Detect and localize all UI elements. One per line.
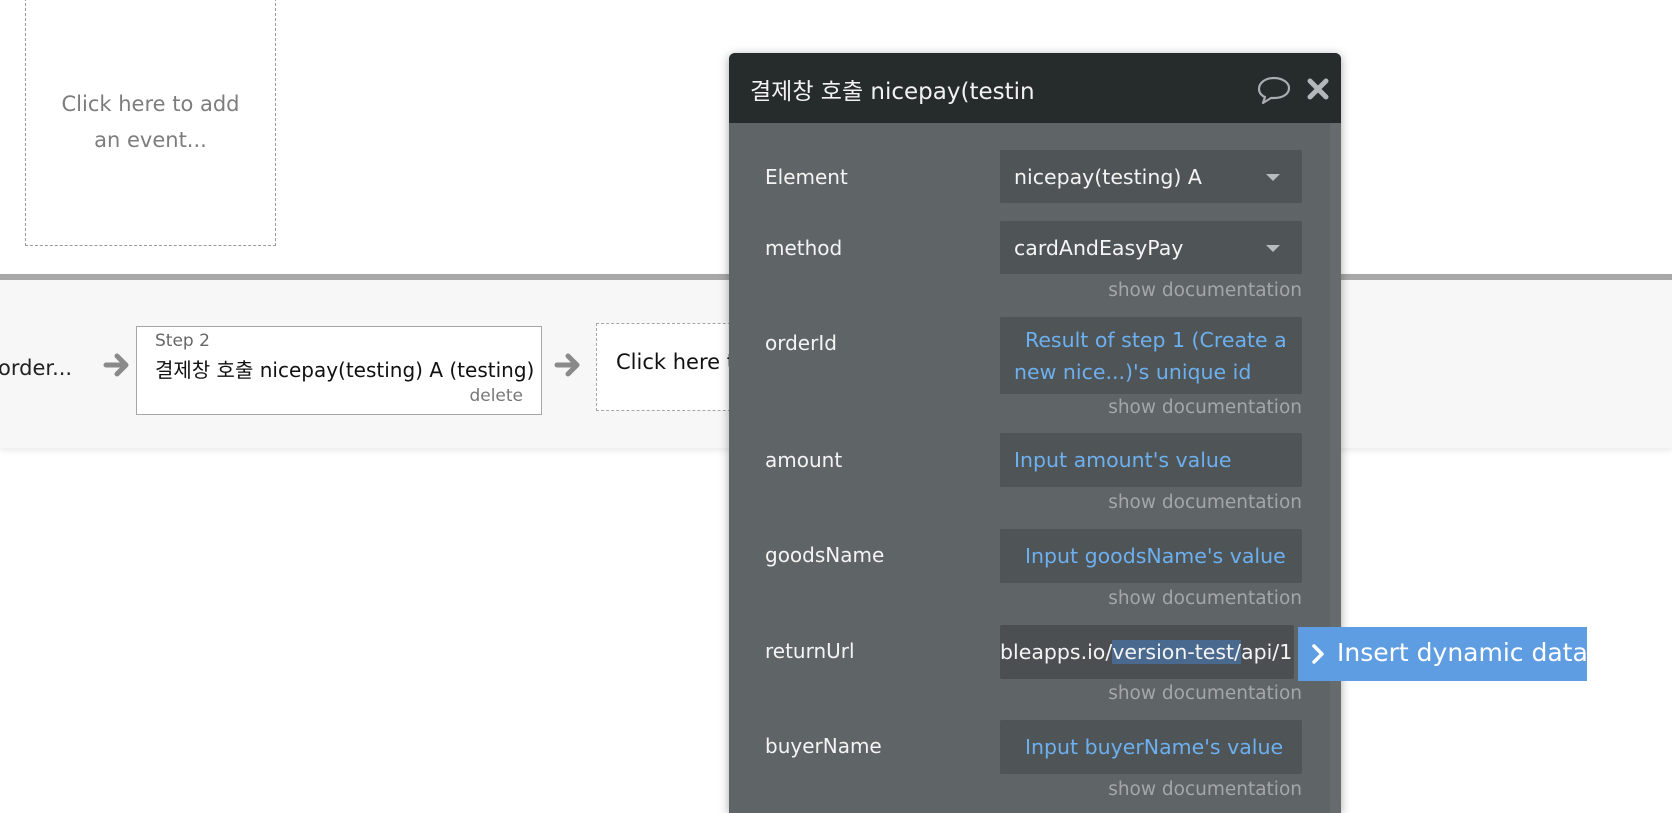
amount-input[interactable]: Input amount's value bbox=[1000, 433, 1302, 487]
arrow-right-icon bbox=[103, 353, 129, 377]
add-event-placeholder[interactable]: Click here to add an event... bbox=[25, 0, 276, 246]
panel-title: 결제창 호출 nicepay(testin bbox=[750, 79, 1035, 105]
comment-icon[interactable] bbox=[1257, 75, 1291, 105]
goodsname-input[interactable]: Input goodsName's value bbox=[1000, 529, 1302, 583]
caret-down-icon bbox=[1266, 245, 1280, 252]
returnurl-input[interactable]: bleapps.io/version-test/api/1 bbox=[1000, 625, 1294, 679]
goodsname-value: Input goodsName's value bbox=[1025, 544, 1286, 568]
orderid-input[interactable]: Result of step 1 (Create a new nice...)'… bbox=[1000, 317, 1302, 394]
add-action-label: Click here to add an action... bbox=[616, 350, 746, 374]
step-title: 결제창 호출 nicepay(testing) A (testing) bbox=[155, 358, 535, 382]
previous-step-label: order... bbox=[0, 356, 73, 380]
add-event-label: Click here to add an event... bbox=[61, 92, 240, 152]
element-value: nicepay(testing) A bbox=[1014, 165, 1202, 189]
show-documentation-link[interactable]: show documentation bbox=[1000, 397, 1302, 418]
orderid-value-line1: Result of step 1 (Create a bbox=[1025, 328, 1287, 352]
buyername-value: Input buyerName's value bbox=[1025, 735, 1284, 759]
panel-scrollbar[interactable] bbox=[1330, 123, 1341, 813]
insert-dynamic-data-button[interactable]: Insert dynamic data bbox=[1298, 627, 1588, 681]
action-property-editor: 결제창 호출 nicepay(testin Element nicepay(te… bbox=[729, 53, 1341, 813]
method-value: cardAndEasyPay bbox=[1014, 236, 1184, 260]
show-documentation-link[interactable]: show documentation bbox=[1000, 492, 1302, 513]
caret-down-icon bbox=[1266, 174, 1280, 181]
returnurl-value: bleapps.io/version-test/api/1 bbox=[1000, 640, 1292, 664]
close-icon[interactable] bbox=[1306, 77, 1330, 101]
method-dropdown[interactable]: cardAndEasyPay bbox=[1000, 221, 1302, 274]
amount-value: Input amount's value bbox=[1014, 448, 1232, 472]
show-documentation-link[interactable]: show documentation bbox=[1000, 588, 1302, 609]
buyername-input[interactable]: Input buyerName's value bbox=[1000, 720, 1302, 774]
show-documentation-link[interactable]: show documentation bbox=[1000, 683, 1302, 704]
add-action-placeholder[interactable]: Click here to add an action... bbox=[596, 323, 746, 411]
amount-label: amount bbox=[765, 448, 843, 472]
orderid-label: orderId bbox=[765, 331, 837, 355]
show-documentation-link[interactable]: show documentation bbox=[1000, 280, 1302, 301]
element-dropdown[interactable]: nicepay(testing) A bbox=[1000, 150, 1302, 203]
step-number-label: Step 2 bbox=[155, 331, 210, 351]
returnurl-label: returnUrl bbox=[765, 639, 855, 663]
chevron-right-icon bbox=[1312, 644, 1324, 664]
arrow-right-icon bbox=[554, 353, 580, 377]
previous-step[interactable]: order... bbox=[0, 356, 72, 380]
insert-dynamic-data-label: Insert dynamic data bbox=[1337, 638, 1588, 667]
buyername-label: buyerName bbox=[765, 734, 882, 758]
goodsname-label: goodsName bbox=[765, 543, 885, 567]
returnurl-text-selected: version-test/ bbox=[1112, 640, 1242, 664]
returnurl-text-post: api/1 bbox=[1241, 640, 1293, 664]
delete-step-link[interactable]: delete bbox=[469, 386, 523, 406]
returnurl-text-pre: bleapps.io/ bbox=[1000, 640, 1113, 664]
step-2-card[interactable]: Step 2 결제창 호출 nicepay(testing) A (testin… bbox=[136, 326, 542, 415]
panel-header: 결제창 호출 nicepay(testin bbox=[729, 53, 1341, 123]
orderid-value-line2: new nice...)'s unique id bbox=[1014, 360, 1252, 384]
method-label: method bbox=[765, 236, 843, 260]
element-label: Element bbox=[765, 165, 848, 189]
